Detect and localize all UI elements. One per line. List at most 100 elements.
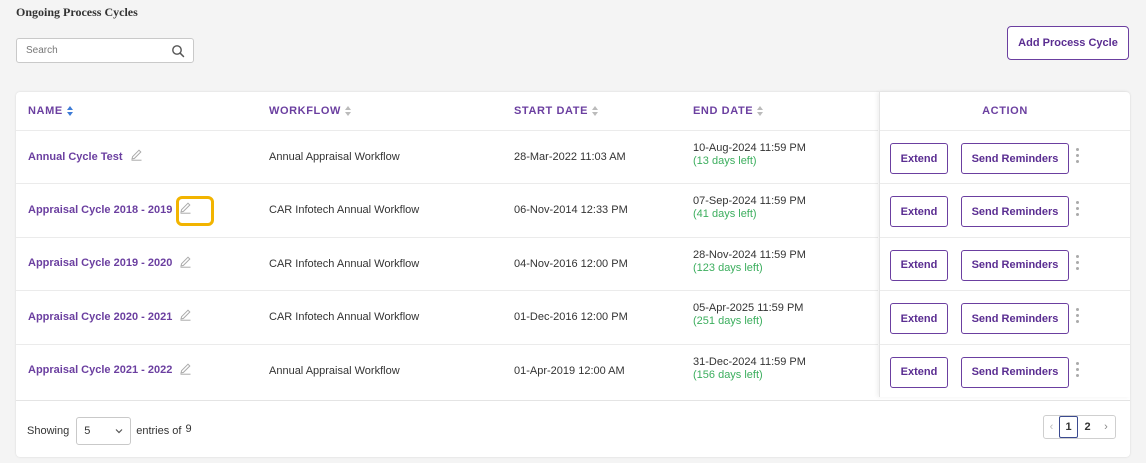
process-cycles-card: NAME WORKFLOW START DATE END DATE Annual… — [16, 92, 1130, 457]
table-header: NAME WORKFLOW START DATE END DATE — [16, 92, 878, 130]
showing-label: Showing — [27, 425, 70, 437]
prev-page-button[interactable]: ‹ — [1044, 416, 1059, 438]
page-1-button[interactable]: 1 — [1059, 416, 1078, 438]
entries-info: Showing 5 entries of 9 — [27, 417, 192, 445]
page-size-value: 5 — [84, 425, 91, 437]
send-reminders-button[interactable]: Send Reminders — [961, 196, 1069, 228]
extend-button[interactable]: Extend — [890, 196, 948, 228]
search-input[interactable] — [17, 39, 157, 62]
next-page-button[interactable]: › — [1097, 416, 1115, 438]
action-panel: ACTION Extend Send Reminders Extend Send… — [879, 92, 1130, 397]
column-workflow[interactable]: WORKFLOW — [269, 105, 352, 117]
extend-button[interactable]: Extend — [890, 356, 948, 388]
column-start-date[interactable]: START DATE — [514, 105, 599, 117]
workflow-cell: CAR Infotech Annual Workflow — [269, 311, 420, 324]
end-date-cell: 05-Apr-2025 11:59 PM (251 days left) — [693, 302, 803, 328]
pencil-icon[interactable] — [179, 255, 192, 268]
table-row: Appraisal Cycle 2021 - 2022 Annual Appra… — [16, 343, 878, 397]
pagination: ‹ 1 2 › — [1043, 415, 1116, 439]
action-row: Extend Send Reminders — [880, 343, 1130, 397]
extend-button[interactable]: Extend — [890, 249, 948, 281]
days-left: (123 days left) — [693, 261, 763, 274]
edit-highlight — [176, 196, 214, 227]
action-row: Extend Send Reminders — [880, 236, 1130, 290]
table-row: Appraisal Cycle 2020 - 2021 CAR Infotech… — [16, 290, 878, 343]
sort-icon[interactable] — [592, 106, 599, 116]
workflow-cell: CAR Infotech Annual Workflow — [269, 257, 420, 270]
end-date-value: 07-Sep-2024 11:59 PM — [693, 195, 806, 208]
chevron-down-icon — [115, 429, 123, 434]
table-row: Annual Cycle Test Annual Appraisal Workf… — [16, 130, 878, 183]
start-date-cell: 01-Apr-2019 12:00 AM — [514, 364, 625, 377]
pencil-icon[interactable] — [179, 308, 192, 321]
page-2-button[interactable]: 2 — [1078, 416, 1097, 438]
end-date-cell: 07-Sep-2024 11:59 PM (41 days left) — [693, 195, 806, 221]
end-date-value: 05-Apr-2025 11:59 PM — [693, 302, 804, 315]
end-date-cell: 31-Dec-2024 11:59 PM (156 days left) — [693, 356, 806, 382]
cycle-name-link[interactable]: Appraisal Cycle 2019 - 2020 — [28, 257, 172, 269]
cycle-name[interactable]: Appraisal Cycle 2019 - 2020 — [28, 255, 192, 270]
kebab-icon[interactable] — [1076, 201, 1080, 221]
sort-icon[interactable] — [345, 106, 352, 116]
table-footer: Showing 5 entries of 9 ‹ 1 2 › — [16, 400, 1130, 457]
column-workflow-label: WORKFLOW — [269, 105, 342, 117]
column-end-date[interactable]: END DATE — [693, 105, 764, 117]
search-box[interactable] — [16, 38, 194, 63]
table-row: Appraisal Cycle 2019 - 2020 CAR Infotech… — [16, 236, 878, 290]
start-date-cell: 28-Mar-2022 11:03 AM — [514, 151, 626, 163]
extend-button[interactable]: Extend — [890, 143, 948, 174]
column-name[interactable]: NAME — [28, 105, 74, 117]
kebab-icon[interactable] — [1076, 361, 1080, 382]
start-date-cell: 06-Nov-2014 12:33 PM — [514, 204, 628, 217]
days-left: (41 days left) — [693, 208, 757, 221]
end-date-cell: 10-Aug-2024 11:59 PM (13 days left) — [693, 142, 806, 168]
end-date-value: 10-Aug-2024 11:59 PM — [693, 142, 806, 154]
days-left: (13 days left) — [693, 155, 757, 167]
kebab-icon[interactable] — [1076, 254, 1080, 275]
action-row: Extend Send Reminders — [880, 290, 1130, 343]
sort-icon[interactable] — [66, 106, 74, 116]
add-process-cycle-button[interactable]: Add Process Cycle — [1007, 26, 1129, 60]
cycle-name-link[interactable]: Appraisal Cycle 2018 - 2019 — [28, 204, 172, 216]
pencil-icon[interactable] — [179, 362, 192, 375]
page-size-select[interactable]: 5 — [76, 417, 132, 445]
cycles-table: NAME WORKFLOW START DATE END DATE Annual… — [16, 92, 878, 397]
workflow-cell: CAR Infotech Annual Workflow — [269, 204, 420, 217]
workflow-cell: Annual Appraisal Workflow — [269, 151, 400, 163]
column-action: ACTION — [982, 105, 1028, 117]
pencil-icon[interactable] — [130, 148, 143, 161]
cycle-name[interactable]: Appraisal Cycle 2018 - 2019 — [28, 202, 192, 216]
start-date-cell: 01-Dec-2016 12:00 PM — [514, 311, 628, 324]
end-date-value: 28-Nov-2024 11:59 PM — [693, 248, 806, 261]
search-icon[interactable] — [171, 44, 185, 58]
start-date-cell: 04-Nov-2016 12:00 PM — [514, 257, 628, 270]
workflow-cell: Annual Appraisal Workflow — [269, 364, 400, 377]
action-row: Extend Send Reminders — [880, 130, 1130, 183]
column-start-date-label: START DATE — [514, 105, 589, 117]
action-row: Extend Send Reminders — [880, 183, 1130, 236]
column-end-date-label: END DATE — [693, 105, 754, 117]
entries-of-label: entries of — [136, 425, 182, 437]
send-reminders-button[interactable]: Send Reminders — [961, 356, 1069, 388]
kebab-icon[interactable] — [1076, 308, 1080, 328]
cycle-name-link[interactable]: Appraisal Cycle 2021 - 2022 — [28, 364, 172, 376]
column-name-label: NAME — [28, 105, 63, 117]
cycle-name-link[interactable]: Appraisal Cycle 2020 - 2021 — [28, 311, 172, 323]
kebab-icon[interactable] — [1076, 148, 1080, 168]
send-reminders-button[interactable]: Send Reminders — [961, 303, 1069, 335]
end-date-value: 31-Dec-2024 11:59 PM — [693, 355, 806, 368]
table-row: Appraisal Cycle 2018 - 2019 CAR Infotech… — [16, 183, 878, 236]
days-left: (251 days left) — [693, 315, 763, 328]
extend-button[interactable]: Extend — [890, 303, 948, 335]
send-reminders-button[interactable]: Send Reminders — [961, 143, 1069, 174]
days-left: (156 days left) — [693, 368, 763, 381]
sort-icon[interactable] — [757, 106, 764, 116]
cycle-name[interactable]: Appraisal Cycle 2021 - 2022 — [28, 362, 192, 377]
send-reminders-button[interactable]: Send Reminders — [961, 249, 1069, 281]
page-title: Ongoing Process Cycles — [16, 5, 138, 19]
end-date-cell: 28-Nov-2024 11:59 PM (123 days left) — [693, 249, 806, 275]
total-count: 9 — [185, 423, 192, 435]
cycle-name[interactable]: Appraisal Cycle 2020 - 2021 — [28, 308, 192, 323]
cycle-name-link[interactable]: Annual Cycle Test — [28, 151, 123, 163]
cycle-name[interactable]: Annual Cycle Test — [28, 148, 143, 163]
